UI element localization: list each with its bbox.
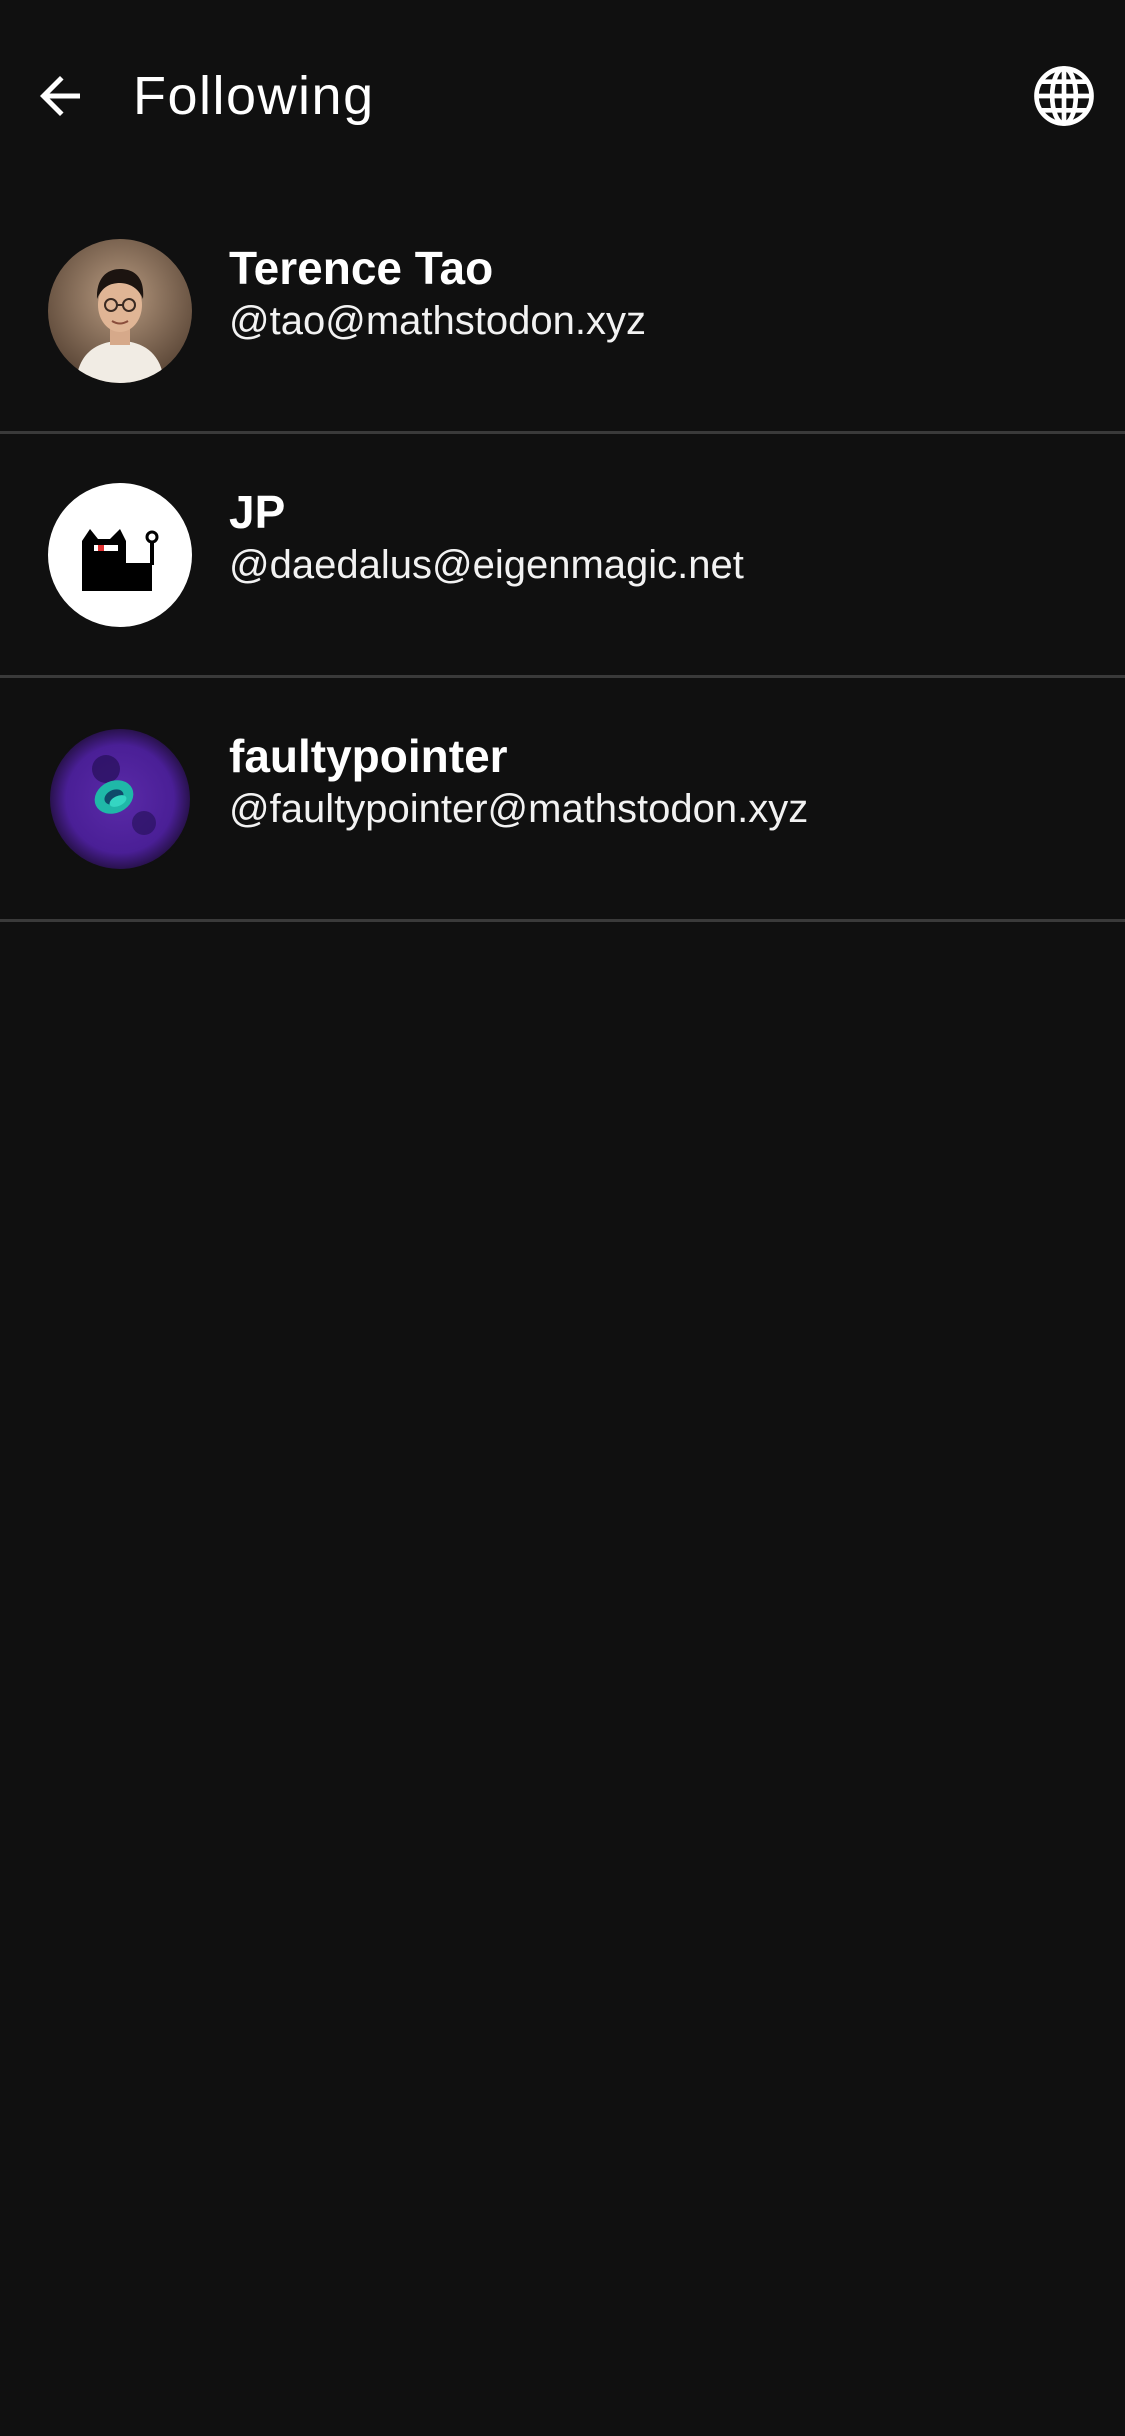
account-row[interactable]: Terence Tao @tao@mathstodon.xyz xyxy=(0,190,1125,434)
account-handle: @tao@mathstodon.xyz xyxy=(229,299,646,343)
globe-icon xyxy=(1034,66,1094,126)
app-bar: Following xyxy=(0,0,1125,190)
account-handle: @daedalus@eigenmagic.net xyxy=(229,543,744,587)
avatar[interactable] xyxy=(48,239,192,383)
display-name: faultypointer xyxy=(229,730,508,782)
globe-button[interactable] xyxy=(1026,58,1102,134)
display-name: Terence Tao xyxy=(229,242,494,294)
account-row[interactable]: faultypointer @faultypointer@mathstodon.… xyxy=(0,678,1125,922)
page-title: Following xyxy=(133,66,375,126)
following-list: Terence Tao @tao@mathstodon.xyz JP @daed… xyxy=(0,190,1125,922)
back-button[interactable] xyxy=(22,58,98,134)
display-name: JP xyxy=(229,486,286,538)
account-row[interactable]: JP @daedalus@eigenmagic.net xyxy=(0,434,1125,678)
account-handle: @faultypointer@mathstodon.xyz xyxy=(229,787,809,831)
arrow-left-icon xyxy=(40,76,80,116)
avatar[interactable] xyxy=(48,483,192,627)
avatar[interactable] xyxy=(48,727,192,871)
